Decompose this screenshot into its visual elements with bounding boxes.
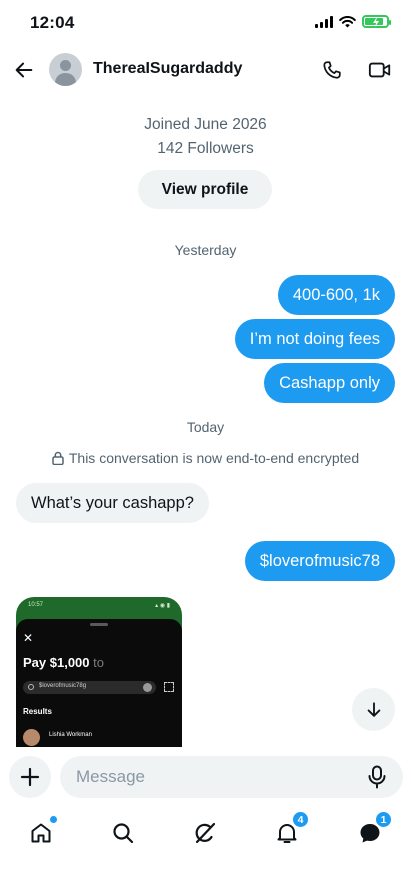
nav-grok[interactable] — [189, 817, 221, 849]
arrow-down-icon — [367, 701, 380, 717]
notifications-badge: 4 — [292, 811, 309, 828]
plus-icon — [20, 767, 40, 787]
grok-icon — [195, 822, 216, 844]
phone-call-icon[interactable] — [318, 56, 346, 84]
attachment-status-icons: ▴ ◉ ▮ — [155, 603, 170, 609]
attachment-search-value: $loverofmusic78g — [39, 683, 87, 689]
attachment-pay-amount: Pay $1,000 — [23, 655, 90, 670]
cellular-signal-icon — [315, 15, 333, 28]
encryption-notice-text: This conversation is now end-to-end encr… — [68, 450, 360, 466]
wifi-icon — [339, 15, 356, 27]
encryption-notice: This conversation is now end-to-end encr… — [0, 450, 411, 466]
status-icons — [315, 15, 391, 28]
home-notification-dot — [50, 816, 57, 823]
message-bubble-outgoing[interactable]: $loverofmusic78 — [244, 541, 395, 581]
message-input[interactable] — [60, 756, 403, 798]
attachment-search-icon — [28, 684, 34, 690]
microphone-icon[interactable] — [364, 764, 390, 790]
attachment-pay-to: to — [93, 655, 104, 670]
bottom-navigation: 4 1 — [0, 807, 411, 859]
attachment-results-label: Results — [23, 707, 52, 716]
back-arrow-icon[interactable] — [10, 56, 38, 84]
attachment-clear-icon — [143, 683, 152, 692]
attachment-qr-scan-icon — [164, 682, 174, 692]
message-bubble-incoming[interactable]: What’s your cashapp? — [16, 483, 209, 523]
message-bubble-outgoing[interactable]: Cashapp only — [264, 363, 395, 403]
attachment-status-time: 10:57 — [28, 602, 44, 608]
attachment-result-avatar — [23, 729, 40, 746]
attachment-search-field: $loverofmusic78g — [23, 681, 156, 694]
lock-icon — [52, 451, 64, 465]
message-composer — [0, 747, 411, 807]
message-bubble-outgoing[interactable]: I’m not doing fees — [234, 319, 395, 359]
status-bar: 12:04 — [0, 0, 411, 46]
attachment-payment-sheet: ✕ Pay $1,000 to $loverofmusic78g Results… — [16, 619, 182, 747]
day-separator-yesterday: Yesterday — [174, 242, 237, 258]
status-time: 12:04 — [30, 13, 75, 32]
battery-charging-icon — [362, 15, 391, 28]
home-icon — [31, 823, 51, 843]
attachment-pay-heading: Pay $1,000 to — [23, 655, 104, 670]
view-profile-button[interactable]: View profile — [138, 170, 272, 209]
image-attachment[interactable]: 10:57 ▴ ◉ ▮ ✕ Pay $1,000 to $loverofmusi… — [16, 597, 182, 747]
profile-joined-date: Joined June 2026 — [144, 116, 267, 133]
nav-messages[interactable]: 1 — [354, 811, 392, 849]
nav-search[interactable] — [107, 817, 139, 849]
search-icon — [113, 823, 134, 844]
scroll-to-bottom-button[interactable] — [352, 688, 395, 731]
avatar[interactable] — [49, 53, 82, 86]
nav-notifications[interactable]: 4 — [271, 811, 309, 849]
nav-home[interactable] — [25, 816, 57, 849]
conversation-header: ThereaISugardaddy — [0, 46, 411, 94]
video-call-icon[interactable] — [365, 56, 395, 84]
attachment-result-name: Lishia Workman — [49, 732, 92, 738]
messages-badge: 1 — [375, 811, 392, 828]
profile-follower-count: 142 Followers — [157, 140, 254, 157]
add-attachment-button[interactable] — [9, 756, 51, 798]
message-bubble-outgoing[interactable]: 400-600, 1k — [277, 275, 395, 315]
attachment-close-icon: ✕ — [23, 631, 34, 645]
conversation-username[interactable]: ThereaISugardaddy — [93, 60, 242, 78]
day-separator-today: Today — [186, 419, 225, 435]
attachment-sheet-handle — [90, 623, 108, 626]
